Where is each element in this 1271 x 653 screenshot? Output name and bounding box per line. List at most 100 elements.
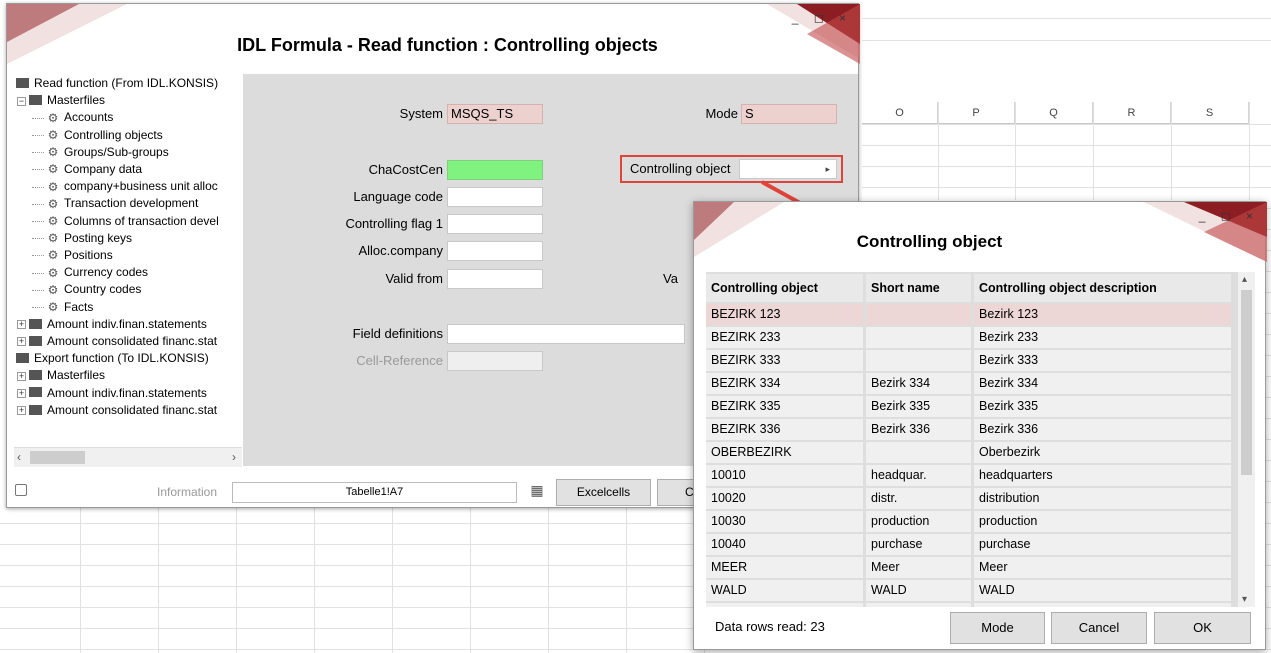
table-row[interactable]: 10040 purchase purchase: [706, 534, 1234, 555]
information-field[interactable]: Tabelle1!A7: [232, 482, 517, 503]
column-header-r[interactable]: R: [1093, 102, 1171, 124]
table-row[interactable]: 10020 distr. distribution: [706, 488, 1234, 509]
column-header-short-name[interactable]: Short name: [866, 274, 974, 302]
cell-description: WALD: [974, 580, 1234, 601]
alloc-company-field[interactable]: [447, 241, 543, 261]
tree-item[interactable]: + Amount indiv.finan.statements: [17, 385, 207, 402]
tree-horizontal-scrollbar[interactable]: ‹ ›: [14, 447, 242, 467]
table-row[interactable]: BEZIRK 123 Bezirk 123: [706, 304, 1234, 325]
expand-icon[interactable]: +: [17, 388, 26, 398]
language-code-field[interactable]: [447, 187, 543, 207]
grid-column-line: [1171, 102, 1172, 200]
tree-item-label: Controlling objects: [64, 127, 163, 142]
tree-item-label: Positions: [64, 248, 113, 262]
table-row[interactable]: BEZIRK 336 Bezirk 336 Bezirk 336: [706, 419, 1234, 440]
expand-arrow-icon[interactable]: ▸: [825, 164, 830, 174]
popup-window-controls[interactable]: _ ◻ ×: [1199, 209, 1259, 223]
column-header-controlling-object[interactable]: Controlling object: [706, 274, 866, 302]
tree-item[interactable]: Export function (To IDL.KONSIS): [16, 350, 209, 367]
cell-description: Bezirk 123: [974, 304, 1234, 325]
chacostcen-field[interactable]: [447, 160, 543, 180]
tree-item[interactable]: + Amount indiv.finan.statements: [17, 316, 207, 333]
gear-icon: ⚙: [47, 248, 59, 263]
partial-button[interactable]: C: [657, 479, 697, 506]
mode-field[interactable]: S: [741, 104, 837, 124]
table-row[interactable]: WIESEWieseWiese: [706, 603, 1234, 607]
cell-short-name: Meer: [866, 557, 974, 578]
table-row[interactable]: OBERBEZIRK Oberbezirk: [706, 442, 1234, 463]
table-row[interactable]: 10010 headquar. headquarters: [706, 465, 1234, 486]
excelcells-button[interactable]: Excelcells: [556, 479, 651, 506]
tree-connector: [32, 117, 44, 119]
expand-icon[interactable]: +: [17, 337, 26, 347]
tree-item[interactable]: Read function (From IDL.KONSIS): [16, 75, 218, 92]
valid-from-field[interactable]: [447, 269, 543, 289]
tree-item[interactable]: ⚙ Facts: [32, 299, 93, 316]
tree-item-label: Posting keys: [64, 230, 133, 245]
scrollbar-thumb[interactable]: [1241, 290, 1252, 475]
grid-column-line: [158, 508, 159, 653]
collapse-icon[interactable]: −: [17, 96, 26, 106]
tree-item[interactable]: ⚙ Controlling objects: [32, 127, 163, 144]
tree-item[interactable]: ⚙ company+business unit alloc: [32, 178, 218, 195]
table-row[interactable]: BEZIRK 334 Bezirk 334 Bezirk 334: [706, 373, 1234, 394]
cell-controlling-object: WIESE: [706, 603, 866, 607]
tree-item[interactable]: ⚙ Posting keys: [32, 230, 132, 247]
tree-item[interactable]: ⚙ Currency codes: [32, 264, 148, 281]
table-row[interactable]: BEZIRK 335 Bezirk 335 Bezirk 335: [706, 396, 1234, 417]
table-tool-icon[interactable]: ▦: [527, 482, 547, 502]
scroll-left-icon[interactable]: ‹: [17, 450, 21, 464]
scroll-down-icon[interactable]: ▾: [1242, 594, 1247, 605]
cancel-button[interactable]: Cancel: [1051, 612, 1147, 644]
table-row[interactable]: BEZIRK 333 Bezirk 333: [706, 350, 1234, 371]
column-header-description[interactable]: Controlling object description: [974, 274, 1234, 302]
tree-item-label: Masterfiles: [47, 93, 106, 108]
mode-label: Mode: [705, 106, 738, 121]
expand-icon[interactable]: +: [17, 320, 26, 330]
ok-button[interactable]: OK: [1154, 612, 1251, 644]
cell-controlling-object: MEER: [706, 557, 866, 578]
expand-icon[interactable]: +: [17, 406, 26, 416]
column-header-o[interactable]: O: [862, 102, 938, 124]
grid-column-line: [1249, 102, 1250, 200]
tree-item[interactable]: + Amount consolidated financ.stat: [17, 402, 217, 419]
scroll-right-icon[interactable]: ›: [232, 450, 236, 464]
tree-item[interactable]: ⚙ Country codes: [32, 281, 141, 298]
table-row[interactable]: 10030 production production: [706, 511, 1234, 532]
popup-vertical-scrollbar[interactable]: ▴ ▾: [1238, 272, 1255, 607]
tree-item-label: Country codes: [64, 282, 142, 297]
gear-icon: ⚙: [47, 299, 59, 314]
tree-item[interactable]: − Masterfiles: [17, 92, 105, 109]
panel-toggle-icon[interactable]: [15, 484, 27, 496]
column-header-s[interactable]: S: [1171, 102, 1249, 124]
tree-connector: [32, 134, 44, 136]
mode-button[interactable]: Mode: [950, 612, 1045, 644]
controlling-flag-field[interactable]: [447, 214, 543, 234]
tree-connector: [32, 255, 44, 257]
scrollbar-thumb[interactable]: [30, 451, 85, 464]
table-row[interactable]: BEZIRK 233 Bezirk 233: [706, 327, 1234, 348]
cell-description: Bezirk 333: [974, 350, 1234, 371]
tree-item[interactable]: ⚙ Groups/Sub-groups: [32, 144, 169, 161]
cell-description: Oberbezirk: [974, 442, 1234, 463]
scroll-up-icon[interactable]: ▴: [1242, 274, 1247, 285]
cell-description: production: [974, 511, 1234, 532]
tree-item[interactable]: ⚙ Transaction development: [32, 195, 198, 212]
tree-item[interactable]: ⚙ Accounts: [32, 109, 113, 126]
field-definitions-field[interactable]: [447, 324, 685, 344]
tree-item-label: Amount indiv.finan.statements: [47, 385, 207, 400]
tree-item[interactable]: ⚙ Positions: [32, 247, 113, 264]
expand-icon[interactable]: +: [17, 371, 26, 381]
grid-column-line: [314, 508, 315, 653]
cell-reference-field[interactable]: [447, 351, 543, 371]
tree-item[interactable]: + Masterfiles: [17, 367, 105, 384]
table-row[interactable]: MEER Meer Meer: [706, 557, 1234, 578]
window-controls[interactable]: _ ◻ ×: [792, 11, 852, 25]
table-row[interactable]: WALD WALD WALD: [706, 580, 1234, 601]
tree-item[interactable]: ⚙ Company data: [32, 161, 142, 178]
system-field[interactable]: MSQS_TS: [447, 104, 543, 124]
tree-item[interactable]: + Amount consolidated financ.stat: [17, 333, 217, 350]
column-header-q[interactable]: Q: [1015, 102, 1093, 124]
tree-item[interactable]: ⚙ Columns of transaction devel: [32, 213, 219, 230]
column-header-p[interactable]: P: [938, 102, 1015, 124]
